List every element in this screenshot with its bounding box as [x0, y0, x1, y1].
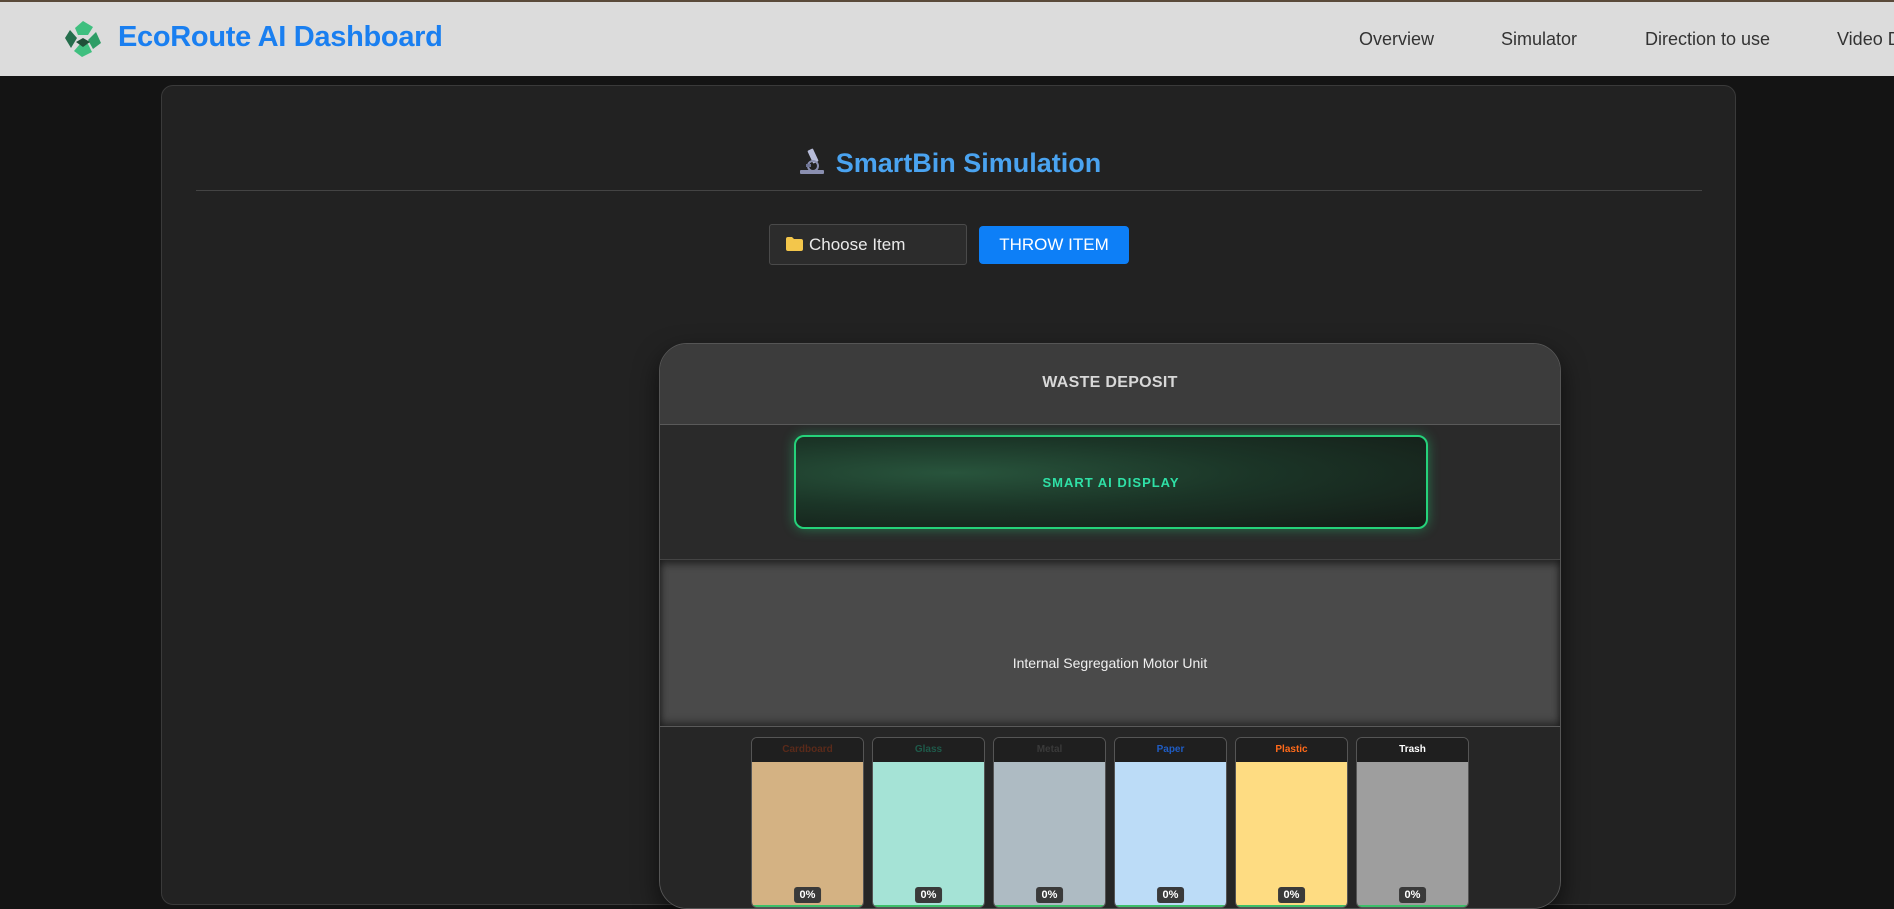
- bin-compartment-metal: Metal 0%: [993, 737, 1106, 908]
- bin-compartment-cardboard: Cardboard 0%: [751, 737, 864, 908]
- compartment-base-line: [752, 905, 863, 907]
- fill-percent-badge: 0%: [793, 887, 822, 903]
- motor-unit-label: Internal Segregation Motor Unit: [1012, 655, 1208, 671]
- microscope-icon: [799, 148, 824, 174]
- compartment-label: Trash: [1357, 738, 1468, 762]
- smart-ai-display: SMART AI DISPLAY: [794, 435, 1428, 529]
- nav-video[interactable]: Video D: [1837, 29, 1894, 50]
- nav-overview[interactable]: Overview: [1359, 29, 1434, 50]
- compartment-label: Metal: [994, 738, 1105, 762]
- simulation-title-text: SmartBin Simulation: [835, 148, 1102, 178]
- smart-ai-display-label: SMART AI DISPLAY: [1042, 475, 1180, 490]
- simulation-card: SmartBin Simulation Choose Item THROW IT…: [161, 85, 1736, 909]
- compartment-base-line: [1357, 905, 1468, 907]
- bin-compartment-glass: Glass 0%: [872, 737, 985, 908]
- bin-compartment-trash: Trash 0%: [1356, 737, 1469, 908]
- compartment-base-line: [1236, 905, 1347, 907]
- compartment-label: Paper: [1115, 738, 1226, 762]
- choose-item-button[interactable]: Choose Item: [769, 224, 967, 265]
- fill-percent-badge: 0%: [1277, 887, 1306, 903]
- compartment-fill: 0%: [994, 762, 1105, 907]
- compartment-fill: 0%: [752, 762, 863, 907]
- bin-compartment-paper: Paper 0%: [1114, 737, 1227, 908]
- folder-icon: [786, 237, 803, 251]
- top-navbar: EcoRoute AI Dashboard Overview Simulator…: [0, 0, 1894, 76]
- waste-deposit[interactable]: WASTE DEPOSIT: [660, 344, 1560, 425]
- compartment-base-line: [994, 905, 1105, 907]
- compartment-fill: 0%: [1236, 762, 1347, 907]
- nav-direction-to-use[interactable]: Direction to use: [1645, 29, 1770, 50]
- fill-percent-badge: 0%: [914, 887, 943, 903]
- smart-bin: WASTE DEPOSIT SMART AI DISPLAY Internal …: [659, 343, 1561, 909]
- compartments-area: Cardboard 0% Glass 0% Metal 0% Paper 0% Plastic 0…: [660, 727, 1560, 908]
- fill-percent-badge: 0%: [1398, 887, 1427, 903]
- segregation-motor-unit: Internal Segregation Motor Unit: [660, 560, 1560, 727]
- nav-simulator[interactable]: Simulator: [1501, 29, 1577, 50]
- compartment-label: Cardboard: [752, 738, 863, 762]
- compartment-fill: 0%: [1115, 762, 1226, 907]
- bin-compartment-plastic: Plastic 0%: [1235, 737, 1348, 908]
- main-nav: Overview Simulator Direction to use Vide…: [0, 29, 1894, 53]
- throw-item-button[interactable]: THROW ITEM: [979, 226, 1129, 264]
- compartment-label: Glass: [873, 738, 984, 762]
- title-divider: [196, 190, 1702, 191]
- simulation-title: SmartBin Simulation: [162, 146, 1735, 179]
- display-housing: SMART AI DISPLAY: [660, 425, 1560, 560]
- choose-item-label: Choose Item: [809, 235, 906, 254]
- compartment-fill: 0%: [1357, 762, 1468, 907]
- fill-percent-badge: 0%: [1156, 887, 1185, 903]
- waste-deposit-label: WASTE DEPOSIT: [1042, 374, 1178, 391]
- compartment-base-line: [873, 905, 984, 907]
- compartment-fill: 0%: [873, 762, 984, 907]
- fill-percent-badge: 0%: [1035, 887, 1064, 903]
- compartment-base-line: [1115, 905, 1226, 907]
- compartment-label: Plastic: [1236, 738, 1347, 762]
